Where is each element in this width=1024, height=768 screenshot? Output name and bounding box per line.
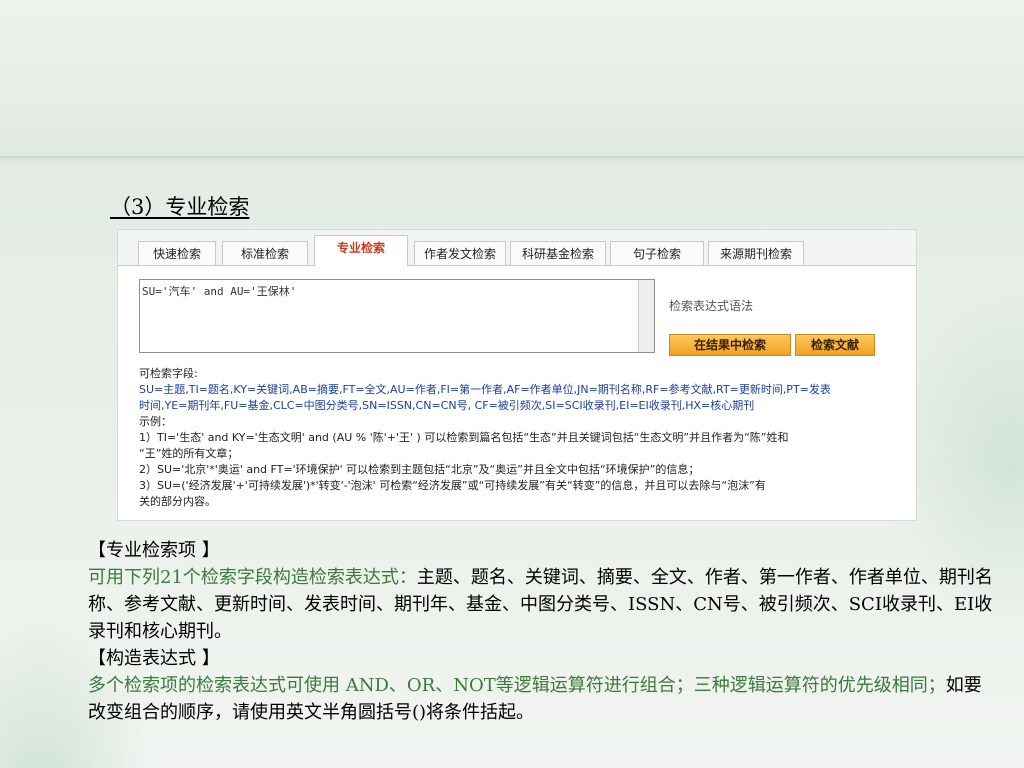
tab-standard-search[interactable]: 标准检索: [222, 241, 308, 265]
tab-sentence-search[interactable]: 句子检索: [610, 241, 704, 265]
example-3: 3）SU=('经济发展'+'可持续发展')*'转变'-'泡沫' 可检索“经济发展…: [139, 479, 766, 492]
note-operators-intro: 多个检索项的检索表达式可使用 AND、OR、NOT等逻辑运算符进行组合；三种逻辑…: [88, 675, 946, 696]
search-documents-button[interactable]: 检索文献: [795, 334, 875, 356]
example-1: 1）TI='生态' and KY='生态文明' and (AU % '陈'+'王…: [139, 431, 789, 444]
section-title: （3）专业检索: [110, 195, 250, 219]
search-tab-bar: 快速检索 标准检索 专业检索 作者发文检索 科研基金检索 句子检索 来源期刊检索: [118, 230, 916, 266]
tab-source-journal-search[interactable]: 来源期刊检索: [708, 241, 804, 265]
header-band: [0, 0, 1024, 162]
tab-quick-search[interactable]: 快速检索: [138, 241, 216, 265]
example-2: 2）SU='北京'*'奥运' and FT='环境保护' 可以检索到主题包括“北…: [139, 463, 700, 476]
search-expression-input[interactable]: SU='汽车' and AU='王保林': [139, 279, 655, 353]
note-heading-build-expression: 【构造表达式 】: [88, 648, 220, 669]
fields-label: 可检索字段:: [139, 367, 198, 380]
tab-fund-search[interactable]: 科研基金检索: [510, 241, 606, 265]
expression-scrollbar[interactable]: [638, 280, 654, 352]
note-heading-professional-field: 【专业检索项 】: [88, 540, 220, 561]
explanation-notes: 【专业检索项 】 可用下列21个检索字段构造检索表达式：主题、题名、关键词、摘要…: [88, 537, 998, 726]
fields-list-line-2: 时间,YE=期刊年,FU=基金,CLC=中图分类号,SN=ISSN,CN=CN号…: [139, 399, 755, 412]
examples-label: 示例：: [139, 415, 172, 428]
example-3-continued: 关的部分内容。: [139, 495, 216, 508]
example-1-continued: “王”姓的所有文章；: [139, 447, 239, 460]
tab-professional-search[interactable]: 专业检索: [314, 235, 408, 266]
search-in-results-button[interactable]: 在结果中检索: [669, 334, 791, 356]
tab-author-search[interactable]: 作者发文检索: [414, 241, 506, 265]
note-paragraph-fields: 可用下列21个检索字段构造检索表达式：主题、题名、关键词、摘要、全文、作者、第一…: [88, 564, 998, 645]
note-fields-intro: 可用下列21个检索字段构造检索表达式：: [88, 567, 417, 588]
searchable-fields-panel: 可检索字段: SU=主题,TI=题名,KY=关键词,AB=摘要,FT=全文,AU…: [139, 366, 904, 510]
search-expression-text: SU='汽车' and AU='王保林': [142, 285, 297, 298]
note-paragraph-operators: 多个检索项的检索表达式可使用 AND、OR、NOT等逻辑运算符进行组合；三种逻辑…: [88, 672, 998, 726]
expression-syntax-link[interactable]: 检索表达式语法: [669, 297, 753, 314]
fields-list-line-1: SU=主题,TI=题名,KY=关键词,AB=摘要,FT=全文,AU=作者,FI=…: [139, 383, 831, 396]
search-screenshot: 快速检索 标准检索 专业检索 作者发文检索 科研基金检索 句子检索 来源期刊检索…: [117, 229, 917, 521]
